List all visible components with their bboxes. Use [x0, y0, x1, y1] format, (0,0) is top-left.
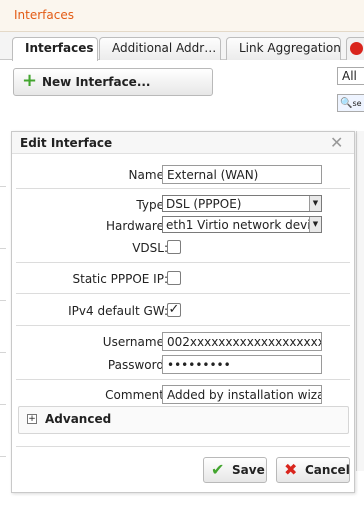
title-bar: Interfaces: [0, 0, 364, 32]
name-field[interactable]: External (WAN): [162, 165, 322, 184]
search-icon: 🔍: [340, 98, 353, 109]
advanced-section[interactable]: + Advanced: [18, 406, 349, 434]
static-pppoe-ip-row: Static PPPOE IP:: [12, 269, 354, 289]
tab-interfaces[interactable]: Interfaces: [12, 37, 98, 61]
divider: [0, 300, 6, 301]
separator: [16, 446, 350, 447]
check-icon: ✓: [168, 302, 180, 317]
cancel-button[interactable]: ✖ Cancel: [276, 457, 350, 483]
hardware-value: eth1 Virtio network device: [166, 218, 322, 232]
hardware-row: Hardware: eth1 Virtio network device ▼: [12, 216, 354, 236]
toolbar: + New Interface... All 🔍se: [0, 61, 364, 123]
hardware-label: Hardware:: [106, 219, 168, 233]
search-input[interactable]: 🔍se: [337, 94, 364, 112]
tab-link-aggregation[interactable]: Link Aggregation: [226, 37, 341, 60]
plus-icon: +: [22, 70, 38, 91]
username-label: Username:: [102, 335, 168, 349]
password-label: Password:: [107, 358, 168, 372]
username-row: Username: 002xxxxxxxxxxxxxxxxxxxx76: [12, 332, 354, 352]
type-select[interactable]: DSL (PPPOE) ▼: [162, 195, 322, 212]
separator: [16, 293, 350, 294]
vdsl-label: VDSL:: [132, 241, 168, 255]
static-pppoe-ip-label: Static PPPOE IP:: [72, 272, 169, 286]
hardware-select[interactable]: eth1 Virtio network device ▼: [162, 216, 322, 233]
cross-icon: ✖: [284, 460, 298, 479]
name-row: Name: External (WAN): [12, 165, 354, 185]
save-button[interactable]: ✔ Save: [203, 457, 267, 483]
ipv4-default-gw-row: IPv4 default GW: ✓: [12, 301, 354, 321]
separator: [16, 188, 350, 189]
vdsl-checkbox[interactable]: [167, 240, 181, 254]
background-panel: [356, 131, 364, 471]
tab-bar: Interfaces Additional Addr… Link Aggrega…: [0, 32, 364, 61]
comment-field[interactable]: Added by installation wizard: [162, 385, 322, 404]
divider: [0, 352, 6, 353]
divider: [0, 404, 6, 405]
error-icon: [350, 42, 363, 55]
tab-additional-addresses[interactable]: Additional Addr…: [99, 37, 221, 60]
type-row: Type: DSL (PPPOE) ▼: [12, 195, 354, 215]
ipv4-default-gw-label: IPv4 default GW:: [68, 304, 168, 318]
separator: [16, 325, 350, 326]
divider: [0, 248, 6, 249]
type-value: DSL (PPPOE): [166, 197, 242, 211]
new-interface-button[interactable]: + New Interface...: [13, 68, 213, 96]
username-field[interactable]: 002xxxxxxxxxxxxxxxxxxxx76: [162, 332, 322, 351]
chevron-down-icon: ▼: [309, 196, 321, 211]
window-title: Interfaces: [14, 8, 74, 22]
chevron-down-icon: ▼: [309, 217, 321, 232]
filter-select[interactable]: All: [337, 67, 364, 85]
check-icon: ✔: [211, 460, 225, 479]
save-label: Save: [232, 463, 265, 477]
ipv4-default-gw-checkbox[interactable]: ✓: [167, 303, 181, 317]
expand-icon[interactable]: +: [27, 414, 37, 424]
tab-more[interactable]: [346, 37, 364, 60]
password-field[interactable]: •••••••••: [162, 355, 322, 374]
divider: [0, 456, 6, 457]
divider: [0, 186, 6, 187]
password-row: Password: •••••••••: [12, 355, 354, 375]
vdsl-row: VDSL:: [12, 238, 354, 258]
cancel-label: Cancel: [305, 463, 350, 477]
new-interface-label: New Interface...: [42, 75, 151, 89]
separator: [16, 379, 350, 380]
comment-row: Comment: Added by installation wizard: [12, 385, 354, 405]
search-text: se: [352, 99, 362, 108]
edit-interface-dialog: Edit Interface ✕ Name: External (WAN) Ty…: [11, 131, 355, 493]
dialog-header: Edit Interface ✕: [12, 132, 354, 154]
static-pppoe-ip-checkbox[interactable]: [167, 271, 181, 285]
comment-label: Comment:: [105, 388, 168, 402]
close-icon[interactable]: ✕: [330, 133, 343, 152]
dialog-title: Edit Interface: [20, 136, 113, 150]
advanced-label: Advanced: [45, 412, 112, 426]
separator: [16, 262, 350, 263]
